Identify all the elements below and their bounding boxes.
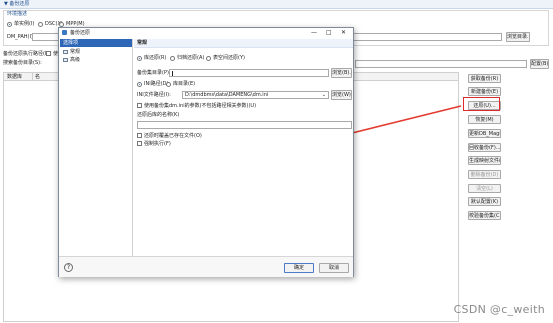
nav-item-general[interactable]: 常规	[62, 49, 102, 56]
default-config-button[interactable]: 默认配置(K)	[468, 197, 501, 206]
maximize-icon[interactable]: □	[326, 30, 332, 36]
dm-path-browse-button[interactable]: 浏览目录...	[506, 32, 530, 42]
overwrite-files-label: 还原时覆盖已存在文件(O)	[144, 133, 202, 139]
backup-set-input[interactable]	[169, 69, 329, 77]
text-caret	[172, 71, 173, 76]
nav-header-label: 选择项	[63, 40, 79, 46]
db-dir-radio-label: 库目录(E)	[173, 81, 196, 87]
dialog-nav: 选择项 常规 高级	[60, 39, 133, 276]
verify-backup-set-button[interactable]: 校验备份集(C)	[468, 211, 501, 220]
default-path-checkbox[interactable]	[46, 51, 51, 56]
page-icon	[63, 58, 68, 62]
dialog-titlebar: 备份还原 — □ ✕	[59, 28, 353, 38]
chevron-down-icon[interactable]: ⌄	[322, 93, 326, 98]
recycle-backup-button[interactable]: 回收备份(F)...	[468, 143, 501, 152]
config-button[interactable]: 配置(B)	[530, 59, 549, 69]
cancel-button[interactable]: 取消	[319, 263, 349, 273]
page-title: ▼ 备份还原	[4, 1, 30, 7]
app-icon	[62, 30, 67, 35]
delete-backup-button[interactable]: 删除备份(D)	[468, 170, 501, 179]
nav-item-label: 常规	[70, 49, 81, 55]
archive-restore-label: 归档还原(A)	[177, 55, 205, 61]
mode-single-label: 单实例(I)	[14, 21, 35, 27]
section-title: 常规	[137, 40, 148, 46]
mode-single-radio[interactable]	[7, 22, 12, 27]
close-icon[interactable]: ✕	[341, 30, 346, 36]
backup-restore-titlebar: ▼ 备份还原	[0, 0, 553, 9]
backup-exec-path-label: 备份还原执行路径(L):	[3, 51, 52, 57]
watermark: CSDN @c_weith	[453, 303, 545, 316]
restore-dialog: 备份还原 — □ ✕ 选择项 常规 高级 常规 库还原(R) 归档还原(A) 表…	[58, 27, 354, 277]
ini-path-value: D:\dmdbms\data\DAMENG\dm.ini	[185, 92, 269, 98]
new-backup-button[interactable]: 新建备份(E)	[468, 87, 501, 96]
db-restore-label: 库还原(R)	[144, 55, 167, 61]
clear-button[interactable]: 清空(L)	[468, 184, 501, 193]
column-name: 名	[35, 74, 41, 80]
get-backup-button[interactable]: 获取备份(R)	[468, 74, 501, 83]
general-header: 常规	[134, 39, 353, 48]
mode-dsc-radio[interactable]	[38, 22, 43, 27]
backup-set-browse-button[interactable]: 浏览(B)...	[331, 68, 352, 78]
environment-legend: 环境描述	[7, 11, 28, 17]
use-backup-ini-checkbox[interactable]	[137, 103, 142, 108]
backup-set-label: 备份集目录(P):	[137, 70, 171, 76]
search-backup-dir-input[interactable]	[355, 60, 527, 68]
dialog-title: 备份还原	[70, 30, 91, 36]
ini-path-browse-button[interactable]: 浏览(W)...	[331, 90, 352, 100]
recover-button[interactable]: 恢复(M)	[468, 115, 501, 124]
search-backup-dir-label: 搜索备份目录(S):	[3, 60, 42, 66]
dm-path-label: DM_PAH(I):	[7, 34, 35, 40]
ini-path-label: INI文件路径(I):	[137, 92, 171, 98]
minimize-icon[interactable]: —	[311, 30, 317, 36]
ok-button[interactable]: 确定	[284, 263, 314, 273]
ini-path-select[interactable]: D:\dmdbms\data\DAMENG\dm.ini ⌄	[182, 91, 329, 99]
use-backup-ini-label: 使用备份集dm.ini的参数(不包括路径相关参数)(U)	[144, 103, 257, 109]
restored-db-name-label: 还原后库的名称(K)	[137, 112, 180, 118]
ini-path-radio[interactable]	[137, 82, 142, 87]
nav-item-advanced[interactable]: 高级	[62, 57, 102, 64]
column-database: 数据库	[7, 74, 23, 80]
force-exec-label: 强制执行(F)	[144, 141, 171, 147]
nav-item-label: 高级	[70, 57, 81, 63]
page-icon	[63, 50, 68, 54]
db-restore-radio[interactable]	[137, 56, 142, 61]
column-divider	[32, 73, 33, 81]
db-dir-radio[interactable]	[166, 82, 171, 87]
dialog-main: 常规 库还原(R) 归档还原(A) 表空间还原(Y) 备份集目录(P): 浏览(…	[134, 39, 353, 265]
dialog-footer: ? 确定 取消	[59, 256, 353, 277]
archive-restore-radio[interactable]	[170, 56, 175, 61]
help-icon[interactable]: ?	[64, 263, 73, 272]
ini-path-radio-label: INI路径(D)	[144, 81, 169, 87]
tablespace-restore-radio[interactable]	[206, 56, 211, 61]
update-db-magic-button[interactable]: 更新DB_Magic(I)	[468, 129, 501, 138]
force-exec-checkbox[interactable]	[137, 141, 142, 146]
generate-mapfile-button[interactable]: 生成映射文件(D)...	[468, 156, 501, 165]
tablespace-restore-label: 表空间还原(Y)	[213, 55, 245, 61]
nav-header: 选择项	[60, 39, 132, 47]
restored-db-name-input[interactable]	[137, 121, 352, 129]
overwrite-files-checkbox[interactable]	[137, 133, 142, 138]
